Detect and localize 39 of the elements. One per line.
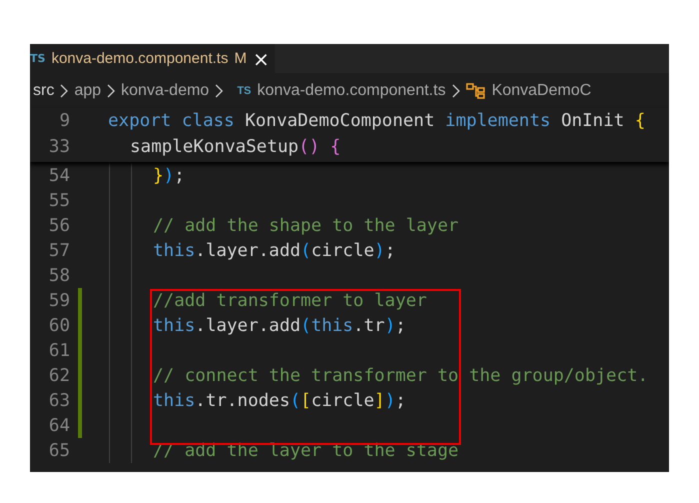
tab-title: konva-demo.component.ts — [51, 50, 228, 67]
line-number: 63 — [48, 390, 70, 410]
class-icon — [466, 82, 486, 100]
file-type-label: TS — [30, 52, 46, 65]
editor-tab[interactable]: TS konva-demo.component.ts M × — [30, 44, 276, 73]
code-line: // add the shape to the layer — [153, 216, 459, 236]
code-line: this.layer.add(circle); — [153, 240, 396, 260]
code-line: sampleKonvaSetup() { — [129, 137, 341, 157]
chevron-icon — [215, 84, 224, 98]
line-number: 54 — [48, 166, 70, 186]
line-number: 60 — [48, 316, 70, 336]
code-line: this.tr.nodes([circle]); — [153, 390, 406, 410]
close-tab-button[interactable]: × — [252, 48, 270, 68]
code-line: this.layer.add(this.tr); — [153, 316, 406, 336]
breadcrumb-item[interactable]: konva-demo.component.ts — [257, 82, 446, 100]
line-number: 55 — [48, 190, 70, 210]
code-line: //add transformer to layer — [153, 290, 427, 310]
line-number: 61 — [48, 340, 70, 360]
file-type-label: TS — [237, 84, 252, 96]
code-line: }); — [153, 166, 185, 186]
chevron-icon — [60, 84, 68, 98]
line-number: 62 — [48, 366, 70, 386]
line-number: 9 — [58, 111, 70, 131]
chevron-icon — [452, 84, 460, 98]
chevron-icon — [107, 84, 116, 98]
line-number: 65 — [48, 440, 70, 460]
code-line: export class KonvaDemoComponent implements OnInit { — [107, 111, 646, 131]
breadcrumb-item[interactable]: KonvaDemoC — [492, 82, 592, 100]
line-number: 57 — [48, 240, 70, 260]
breadcrumb-item[interactable]: app — [74, 82, 102, 100]
line-number: 58 — [48, 266, 70, 286]
line-number: 59 — [48, 290, 70, 310]
breadcrumb-item[interactable]: konva-demo — [121, 82, 210, 100]
code-line: // connect the transformer to the group/object. — [153, 366, 648, 386]
line-number: 33 — [48, 137, 70, 157]
line-number: 64 — [48, 416, 70, 436]
modified-indicator: M — [234, 50, 247, 67]
line-number: 56 — [48, 216, 70, 236]
breadcrumb-item[interactable]: src — [30, 82, 54, 100]
